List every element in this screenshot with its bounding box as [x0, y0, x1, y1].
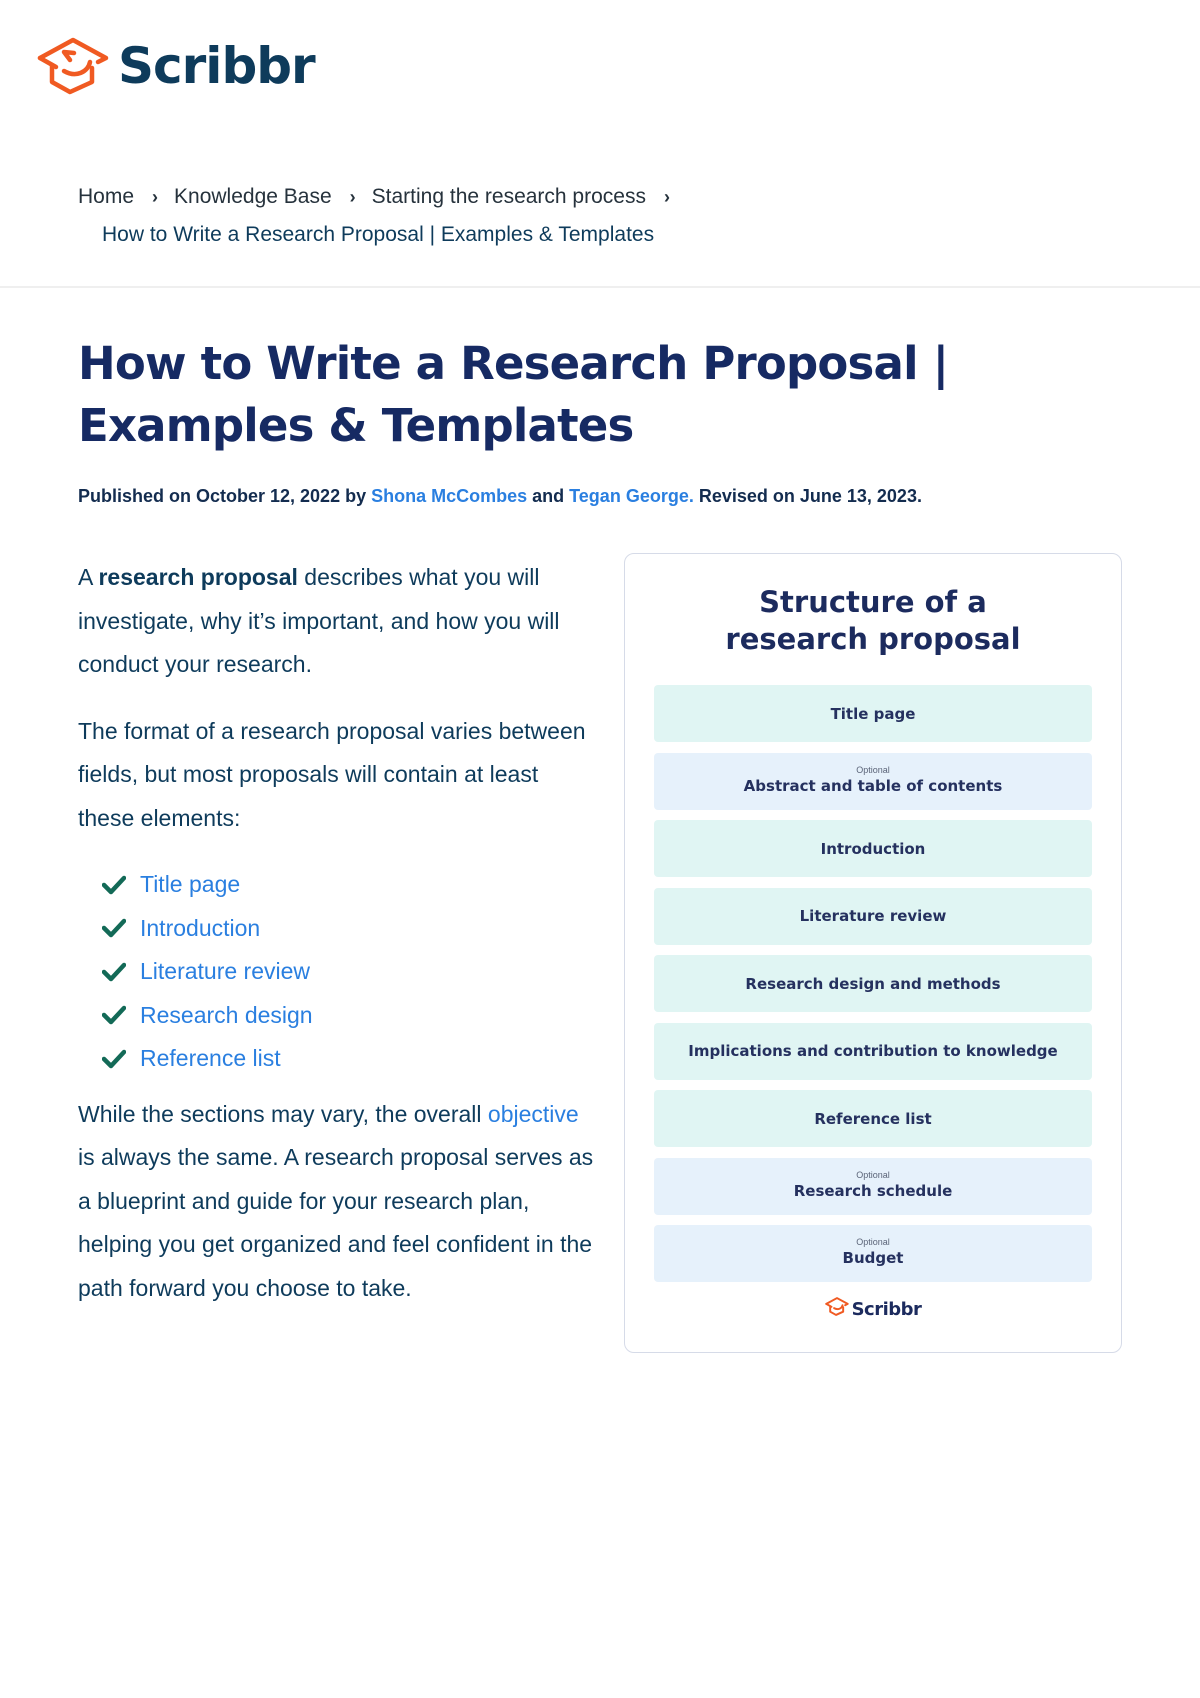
intro-prefix: A — [78, 564, 99, 590]
infographic-title-line-2: research proposal — [725, 622, 1021, 656]
closing-prefix: While the sections may vary, the overall — [78, 1100, 488, 1127]
structure-section-label: Budget — [842, 1249, 904, 1267]
link-reference-list[interactable]: Reference list — [140, 1037, 281, 1081]
list-item: Introduction — [102, 907, 598, 951]
list-item: Reference list — [102, 1037, 598, 1081]
infographic-title-line-1: Structure of a — [759, 585, 987, 619]
structure-section-label: Title page — [830, 704, 916, 723]
checkmark-icon — [102, 1049, 126, 1069]
structure-section-box: Title page — [654, 685, 1092, 742]
structure-section-box: Optional Abstract and table of contents — [654, 752, 1092, 810]
structure-section-box: Introduction — [654, 820, 1092, 877]
chevron-right-icon: › — [349, 187, 356, 207]
published-date: Published on October 12, 2022 by — [78, 486, 372, 506]
chevron-right-icon: › — [663, 187, 670, 207]
breadcrumb-current: How to Write a Research Proposal | Examp… — [102, 223, 655, 246]
optional-tag: Optional — [856, 1169, 890, 1180]
structure-section-box: Optional Research schedule — [654, 1157, 1092, 1215]
author-link-shona[interactable]: Shona McCombes — [371, 486, 527, 506]
structure-section-box: Research design and methods — [654, 955, 1092, 1012]
link-title-page[interactable]: Title page — [140, 863, 240, 907]
revised-date: Revised on June 13, 2023. — [693, 486, 922, 506]
graduation-cap-icon — [36, 34, 110, 98]
article-body: A research proposal describes what you w… — [78, 556, 598, 1333]
optional-tag: Optional — [856, 764, 890, 775]
closing-paragraph: While the sections may vary, the overall… — [78, 1093, 598, 1311]
infographic-logo: Scribbr — [625, 1296, 1121, 1322]
structure-section-box: Reference list — [654, 1090, 1092, 1147]
checkmark-icon — [102, 962, 126, 982]
breadcrumb-knowledge-base[interactable]: Knowledge Base — [174, 185, 332, 208]
chevron-right-icon: › — [152, 187, 159, 207]
structure-section-box: Literature review — [654, 887, 1092, 945]
structure-section-box: Implications and contribution to knowled… — [654, 1022, 1092, 1080]
structure-section-label: Research design and methods — [745, 974, 1001, 993]
list-item: Research design — [102, 994, 598, 1038]
structure-section-label: Literature review — [799, 907, 947, 925]
page-title-line-2: Examples & Templates — [78, 399, 634, 452]
format-paragraph: The format of a research proposal varies… — [78, 717, 586, 831]
author-link-tegan[interactable]: Tegan George. — [569, 486, 694, 506]
intro-paragraph: A research proposal describes what you w… — [78, 556, 598, 687]
page-title: How to Write a Research Proposal | Examp… — [78, 333, 978, 457]
structure-infographic[interactable]: Structure of a research proposal Title p… — [624, 553, 1122, 1353]
infographic-title: Structure of a research proposal — [625, 584, 1121, 658]
logo-wordmark: Scribbr — [118, 37, 316, 95]
link-literature-review[interactable]: Literature review — [140, 950, 310, 994]
structure-section-label: Abstract and table of contents — [743, 776, 1003, 795]
list-item: Literature review — [102, 950, 598, 994]
header-divider — [0, 286, 1200, 288]
breadcrumb-starting-research[interactable]: Starting the research process — [372, 185, 646, 208]
link-objective[interactable]: objective — [488, 1101, 579, 1127]
byline-and: and — [527, 486, 570, 506]
checkmark-icon — [102, 1005, 126, 1025]
structure-section-label: Implications and contribution to knowled… — [688, 1042, 1058, 1060]
breadcrumb-home[interactable]: Home — [78, 185, 134, 208]
section-boxes: Title page Optional Abstract and table of … — [654, 685, 1092, 1293]
structure-section-label: Reference list — [814, 1109, 932, 1128]
page-title-line-1: How to Write a Research Proposal | — [78, 337, 949, 390]
scribbr-logo[interactable]: Scribbr — [36, 34, 316, 98]
graduation-cap-icon — [824, 1296, 849, 1322]
checkmark-icon — [102, 875, 126, 895]
link-introduction[interactable]: Introduction — [140, 907, 260, 951]
infographic-logo-wordmark: Scribbr — [851, 1298, 922, 1320]
structure-section-box: Optional Budget — [654, 1225, 1092, 1282]
list-item: Title page — [102, 863, 598, 907]
optional-tag: Optional — [856, 1237, 890, 1247]
closing-suffix: is always the same. A research proposal … — [78, 1144, 594, 1301]
structure-section-label: Research schedule — [793, 1181, 953, 1200]
structure-section-label: Introduction — [820, 839, 926, 858]
elements-checklist: Title page Introduction Literature revie… — [102, 863, 598, 1081]
link-research-design[interactable]: Research design — [140, 994, 313, 1038]
breadcrumb: Home › Knowledge Base › Starting the researc… — [78, 178, 778, 254]
byline: Published on October 12, 2022 by Shona M… — [78, 486, 922, 507]
intro-bold-term: research proposal — [98, 564, 298, 590]
checkmark-icon — [102, 918, 126, 938]
